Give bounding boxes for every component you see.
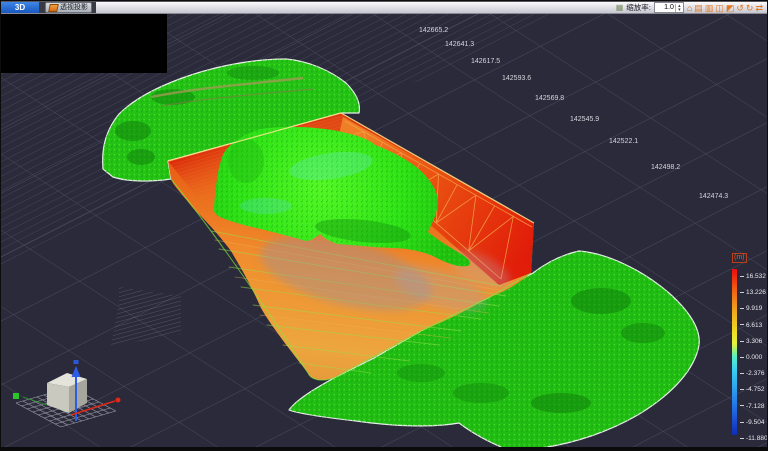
- colorbar-tick: 16.532: [740, 273, 766, 280]
- coordinate-label: 142593.6: [502, 75, 531, 82]
- pan-view-icon[interactable]: ⇄: [755, 3, 763, 13]
- coordinate-label: 142498.2: [651, 164, 680, 171]
- colorbar-tick: -4.752: [740, 386, 764, 393]
- toolbar-dark-segment: 透视投影: [39, 2, 96, 13]
- home-view-icon[interactable]: ⌂: [687, 3, 692, 13]
- z-axis-label-mark: [74, 360, 79, 364]
- colorbar-tick: 13.226: [740, 289, 766, 296]
- coordinate-label: 142569.8: [535, 95, 564, 102]
- colorbar-tick: 0.000: [740, 354, 762, 361]
- rotate-left-icon[interactable]: ↺: [736, 3, 744, 13]
- tab-3d[interactable]: 3D: [1, 2, 39, 13]
- colorbar-tick: 6.613: [740, 322, 762, 329]
- coordinate-label: 142617.5: [471, 58, 500, 65]
- front-view-icon[interactable]: ▤: [694, 3, 703, 13]
- coordinate-label: 142474.3: [699, 193, 728, 200]
- colorbar-tick: 3.306: [740, 338, 762, 345]
- zoom-ratio-label: 缩放率:: [626, 2, 651, 13]
- colorbar-gradient: [732, 269, 737, 435]
- projection-icon: [48, 4, 59, 12]
- viewport-container: 142665.2 142641.3 142617.5 142593.6 1425…: [1, 14, 768, 449]
- redacted-region: [1, 14, 167, 73]
- y-axis-tip: [13, 393, 19, 399]
- 3d-viewport[interactable]: [1, 14, 768, 451]
- view-icon-group: ⌂ ▤ ▥ ◫ ◩ ↺ ↻ ⇄: [687, 3, 763, 13]
- window-bottom-edge: [1, 447, 767, 450]
- coordinate-label: 142641.3: [445, 41, 474, 48]
- colorbar-unit-label: (m): [732, 253, 747, 263]
- zoom-spin-down-button[interactable]: ▾: [676, 8, 683, 12]
- coordinate-label: 142665.2: [419, 27, 448, 34]
- split-view-icon[interactable]: ◫: [715, 3, 724, 13]
- zoom-ratio-input[interactable]: [655, 4, 675, 11]
- coordinate-label: 142545.9: [570, 116, 599, 123]
- display-settings-icon[interactable]: ▦: [616, 3, 624, 13]
- colorbar-tick: -2.376: [740, 370, 764, 377]
- application-window: 3D 透视投影 ▦ 缩放率: ▴ ▾ ⌂ ▤ ▥ ◫ ◩: [0, 0, 768, 451]
- colorbar-tick: -11.880: [740, 435, 768, 442]
- perspective-projection-button[interactable]: 透视投影: [45, 2, 92, 13]
- toolbar-right-controls: ▦ 缩放率: ▴ ▾ ⌂ ▤ ▥ ◫ ◩ ↺ ↻ ⇄: [616, 2, 767, 13]
- colorbar-tick: -7.128: [740, 403, 764, 410]
- colorbar-tick: -9.504: [740, 419, 764, 426]
- colorbar-tick: 9.919: [740, 305, 762, 312]
- iso-view-icon[interactable]: ◩: [726, 3, 735, 13]
- zoom-ratio-spinner: ▴ ▾: [654, 2, 684, 13]
- side-view-icon[interactable]: ▥: [705, 3, 714, 13]
- rotate-right-icon[interactable]: ↻: [746, 3, 754, 13]
- projection-label: 透视投影: [60, 3, 88, 12]
- toolbar: 3D 透视投影 ▦ 缩放率: ▴ ▾ ⌂ ▤ ▥ ◫ ◩: [1, 1, 767, 14]
- coordinate-label: 142522.1: [609, 138, 638, 145]
- elevation-colorbar: (m) 16.532 13.226 9.919 6.613 3.306 0.00…: [725, 253, 768, 449]
- x-axis-tip: [116, 398, 121, 403]
